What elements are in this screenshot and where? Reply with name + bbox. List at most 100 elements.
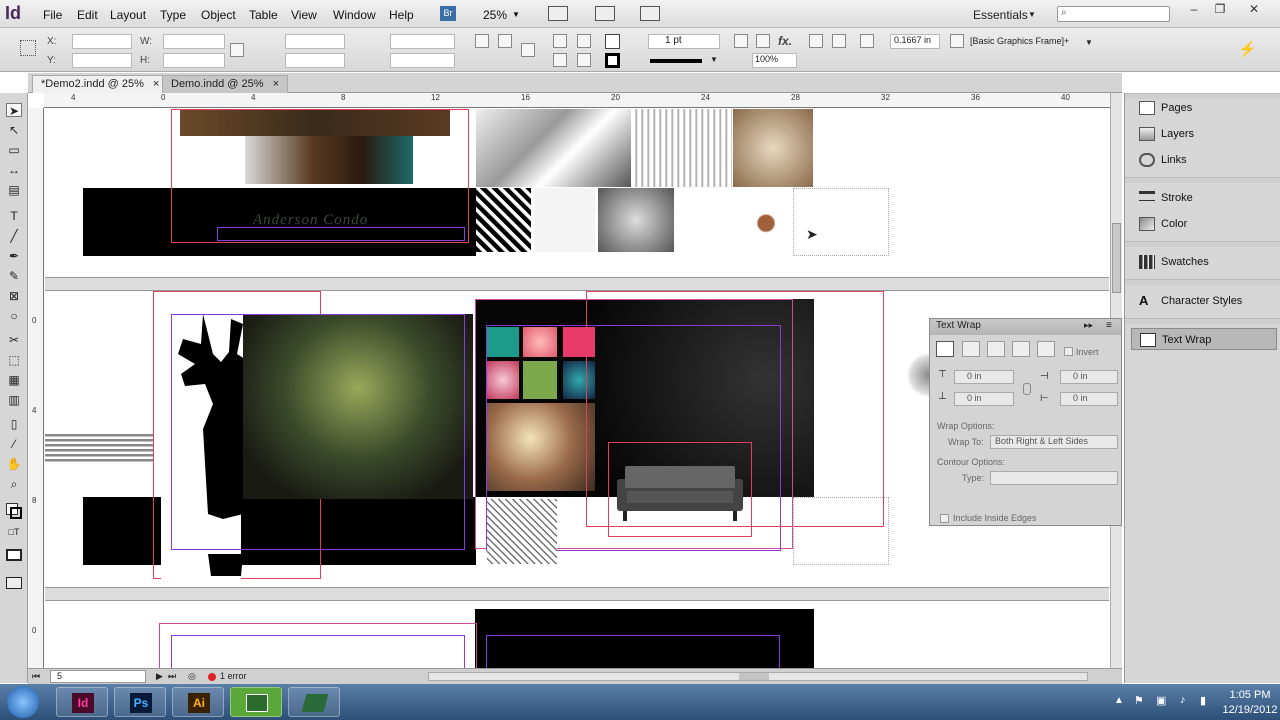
formatting-affects-container-icon[interactable]: □T [6, 525, 22, 539]
collapse-icon[interactable]: ▸▸ [1084, 320, 1093, 331]
mirror-image[interactable] [598, 188, 674, 252]
wrap-bounding-box-icon[interactable] [962, 341, 980, 357]
rotate-ccw-icon[interactable] [498, 34, 512, 48]
bridge-button[interactable]: Br [440, 6, 456, 21]
sketch-image[interactable] [487, 499, 557, 564]
first-page-icon[interactable]: ⏮ [32, 671, 40, 682]
wrap-offset-icon[interactable] [860, 34, 874, 48]
color-panel-button[interactable]: Color [1131, 213, 1277, 235]
illustrator-taskbar-button[interactable]: Ai [172, 687, 224, 717]
layers-panel-button[interactable]: Layers [1131, 123, 1277, 145]
preflight-icon[interactable]: ◎ [188, 671, 196, 682]
chevron-down-icon[interactable]: ▼ [512, 10, 520, 19]
scrollbar-thumb[interactable] [739, 673, 769, 680]
tab-demo2[interactable]: *Demo2.indd @ 25% × [32, 75, 169, 93]
close-icon[interactable]: × [273, 78, 279, 90]
contour-type-dropdown[interactable] [990, 471, 1118, 485]
wrap-object-shape-icon[interactable] [987, 341, 1005, 357]
character-styles-panel-button[interactable]: A Character Styles [1131, 290, 1277, 312]
text-frame[interactable] [171, 314, 465, 550]
menu-table[interactable]: Table [249, 8, 278, 22]
rotate-cw-icon[interactable] [475, 34, 489, 48]
menu-window[interactable]: Window [333, 8, 376, 22]
screen-recorder-taskbar-button[interactable] [230, 687, 282, 717]
chandelier-image[interactable] [678, 188, 736, 252]
w-field[interactable] [163, 34, 225, 49]
content-collector-icon[interactable]: ▤ [6, 183, 22, 197]
tab-demo[interactable]: Demo.indd @ 25% × [162, 75, 288, 93]
minimize-button[interactable]: – [1182, 2, 1206, 16]
hand-tool-icon[interactable]: ✋ [6, 457, 22, 471]
eyedropper-tool-icon[interactable]: ⁄ [6, 437, 22, 451]
network-icon[interactable]: ▣ [1156, 694, 1166, 707]
stripe-pattern[interactable] [45, 434, 153, 464]
jump-next-column-icon[interactable] [1037, 341, 1055, 357]
fill-swatch[interactable] [605, 34, 620, 49]
damask-pattern[interactable] [476, 188, 531, 252]
image-frame[interactable] [586, 291, 884, 527]
last-page-icon[interactable]: ⏭ [168, 671, 176, 682]
type-tool-icon[interactable]: T [6, 209, 22, 223]
opacity-field[interactable]: 100% [752, 53, 797, 68]
wrap-to-dropdown[interactable]: Both Right & Left Sides [990, 435, 1118, 449]
swatches-panel-button[interactable]: Swatches [1131, 251, 1277, 273]
stroke-type-sample[interactable] [650, 59, 702, 63]
apply-color-icon[interactable] [6, 549, 22, 561]
scissors-tool-icon[interactable]: ✂ [6, 333, 22, 347]
birdcage-image[interactable] [632, 109, 732, 187]
select-container-icon[interactable] [521, 43, 535, 57]
line-tool-icon[interactable]: ╱ [6, 229, 22, 243]
menu-help[interactable]: Help [389, 8, 414, 22]
power-icon[interactable]: ▮ [1200, 694, 1206, 707]
wreath-image[interactable] [907, 345, 929, 405]
menu-view[interactable]: View [291, 8, 317, 22]
screen-mode-normal-icon[interactable] [6, 577, 22, 589]
wrap-offset-field[interactable]: 0.1667 in [890, 34, 940, 49]
menu-type[interactable]: Type [160, 8, 186, 22]
stroke-panel-button[interactable]: Stroke [1131, 187, 1277, 209]
ellipse-tool-icon[interactable]: ○ [6, 309, 22, 323]
flip-horizontal-icon[interactable] [553, 34, 567, 48]
volume-icon[interactable]: ♪ [1180, 694, 1186, 706]
text-frame[interactable] [217, 227, 465, 241]
text-frame[interactable] [171, 635, 465, 669]
close-icon[interactable]: × [153, 78, 159, 90]
stroke-weight-field[interactable]: 1 pt [648, 34, 720, 49]
scale-x-field[interactable] [285, 34, 345, 49]
chevron-down-icon[interactable]: ▼ [1028, 10, 1036, 19]
stroke-color-icon[interactable] [10, 507, 22, 519]
x-field[interactable] [72, 34, 132, 49]
flag-icon[interactable]: ⚑ [1134, 694, 1144, 707]
horizontal-scrollbar[interactable] [428, 672, 1088, 681]
pencil-tool-icon[interactable]: ✎ [6, 269, 22, 283]
free-transform-tool-icon[interactable]: ⬚ [6, 353, 22, 367]
pages-panel-button[interactable]: Pages [1131, 97, 1277, 119]
select-previous-icon[interactable] [577, 34, 591, 48]
scrollbar-thumb[interactable] [1112, 223, 1121, 293]
y-field[interactable] [72, 53, 132, 68]
bedroom-image[interactable] [476, 109, 631, 187]
link-offsets-icon[interactable] [1023, 383, 1031, 395]
jump-object-icon[interactable] [1012, 341, 1030, 357]
close-button[interactable]: ✕ [1242, 2, 1266, 16]
start-button[interactable] [7, 686, 39, 718]
gradient-feather-tool-icon[interactable]: ▥ [6, 393, 22, 407]
direct-selection-tool-icon[interactable]: ↖ [6, 123, 22, 137]
workspace-switcher[interactable]: Essentials [973, 8, 1028, 22]
chevron-down-icon[interactable]: ▼ [1085, 38, 1093, 47]
selection-tool-icon[interactable]: ➤ [6, 103, 22, 118]
menu-edit[interactable]: Edit [77, 8, 98, 22]
top-offset-field[interactable]: 0 in [954, 370, 1014, 384]
no-wrap-icon[interactable] [936, 341, 954, 357]
zoom-level-dropdown[interactable]: 25% [483, 8, 507, 22]
object-style-dropdown[interactable]: [Basic Graphics Frame]+ [970, 34, 1098, 50]
menu-layout[interactable]: Layout [110, 8, 146, 22]
photoshop-taskbar-button[interactable]: Ps [114, 687, 166, 717]
h-field[interactable] [163, 53, 225, 68]
stroke-swatch[interactable] [605, 53, 620, 68]
fit-frame-icon[interactable] [734, 34, 748, 48]
invert-checkbox[interactable] [1064, 347, 1073, 356]
right-offset-field[interactable]: 0 in [1060, 392, 1118, 406]
shear-field[interactable] [390, 53, 455, 68]
dandelion-image[interactable] [733, 109, 813, 187]
